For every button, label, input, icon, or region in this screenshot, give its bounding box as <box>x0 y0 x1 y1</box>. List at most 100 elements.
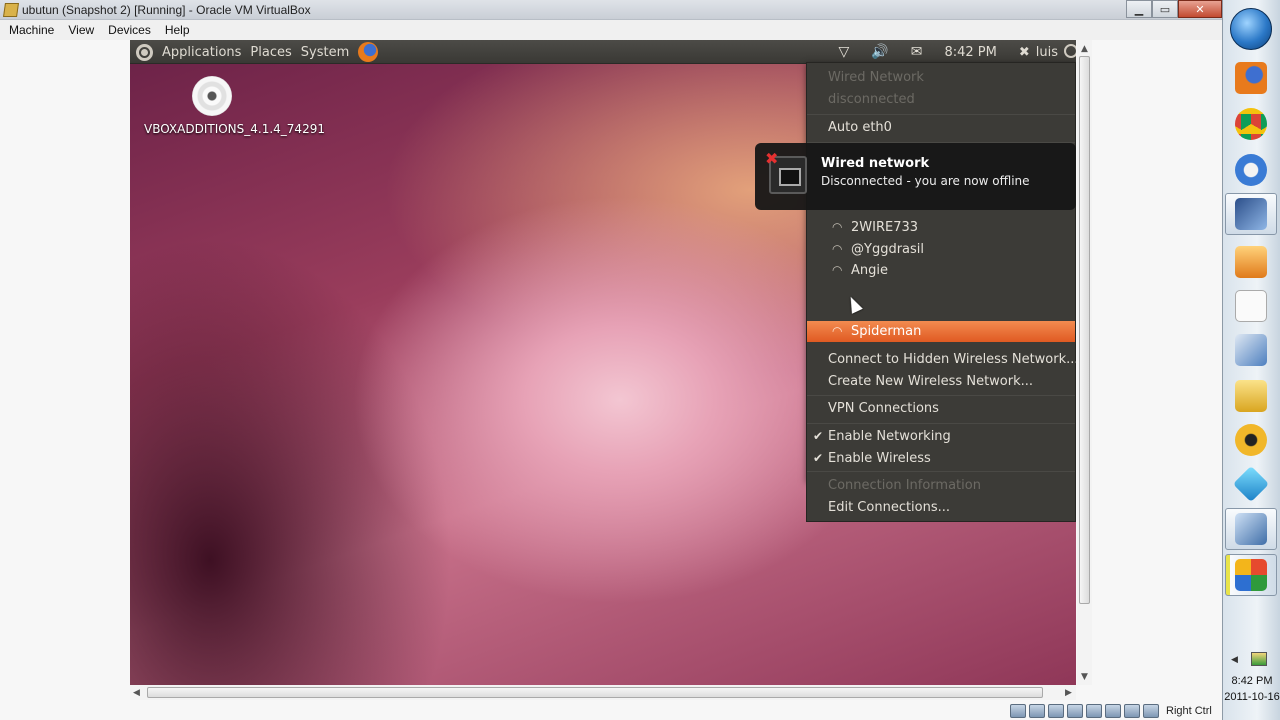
menu-connect-hidden[interactable]: Connect to Hidden Wireless Network... <box>807 349 1076 370</box>
settings-taskbar-icon[interactable] <box>1235 424 1267 456</box>
app-taskbar-icon[interactable] <box>1235 334 1267 366</box>
wifi-signal-icon: ◠ <box>832 220 843 234</box>
media-player-taskbar-icon[interactable] <box>1235 246 1267 278</box>
virtualbox-manager-taskbar-icon[interactable] <box>1235 559 1267 591</box>
start-button[interactable] <box>1230 8 1272 50</box>
firefox-taskbar-icon[interactable] <box>1235 62 1267 94</box>
guest-desktop[interactable]: Applications Places System ▽ 🔊 ✉ 8:42 PM… <box>130 40 1076 685</box>
menu-wired-status: disconnected <box>828 92 915 107</box>
menu-wired-header: Wired Network <box>828 70 924 85</box>
scroll-right-arrow-icon[interactable]: ▶ <box>1065 688 1072 698</box>
taskbar-clock-date[interactable]: 2011-10-16 <box>1223 691 1280 703</box>
firefox-icon[interactable] <box>358 42 379 62</box>
menu-vpn-connections[interactable]: VPN Connections <box>807 398 1075 419</box>
wifi-item-yggdrasil[interactable]: ◠ @Yggdrasil <box>807 239 1075 260</box>
virtualbox-taskbar-icon[interactable] <box>1235 513 1267 545</box>
wifi-signal-icon: ◠ <box>832 263 843 277</box>
notification-body: Disconnected - you are now offline <box>821 174 1030 188</box>
wifi-name: 2WIRE733 <box>851 220 919 235</box>
wifi-item-2wire733[interactable]: ◠ 2WIRE733 <box>807 217 1075 238</box>
cd-disc-icon <box>192 76 232 116</box>
maximize-button[interactable]: ▭ <box>1152 0 1178 18</box>
virtualbox-app-icon <box>3 3 19 17</box>
menu-edit-connections[interactable]: Edit Connections... <box>807 497 1075 518</box>
chrome-taskbar-icon[interactable] <box>1235 108 1267 140</box>
wifi-signal-icon: ◠ <box>832 242 843 256</box>
window-controls: ▁ ▭ ✕ <box>1126 0 1222 19</box>
mail-icon[interactable]: ✉ <box>911 44 923 60</box>
menu-label: Enable Wireless <box>828 451 931 466</box>
vbox-statusbar: Right Ctrl <box>1010 702 1212 720</box>
document-taskbar-icon[interactable] <box>1235 290 1267 322</box>
horizontal-scroll-thumb[interactable] <box>147 687 1043 698</box>
notification-title: Wired network <box>821 156 930 171</box>
menu-separator <box>807 395 1075 396</box>
taskbar-clock-time[interactable]: 8:42 PM <box>1223 675 1280 687</box>
cd-drive-icon[interactable] <box>1029 704 1045 718</box>
user-status-icon: ✖ <box>1018 44 1030 60</box>
hard-disk-icon[interactable] <box>1010 704 1026 718</box>
panel-username: luis <box>1035 44 1058 60</box>
panel-menu-applications[interactable]: Applications <box>162 45 241 60</box>
menu-devices[interactable]: Devices <box>101 23 158 37</box>
network-adapter-icon[interactable] <box>1048 704 1064 718</box>
menu-connection-info: Connection Information <box>828 478 981 493</box>
vbox-titlebar[interactable]: ubutun (Snapshot 2) [Running] - Oracle V… <box>0 0 1222 20</box>
network-menu-footer: Connection Information Edit Connections.… <box>806 470 1076 522</box>
menu-separator <box>807 471 1075 472</box>
usb-icon[interactable] <box>1067 704 1083 718</box>
windows-taskbar: ◀ 8:42 PM 2011-10-16 <box>1222 0 1280 720</box>
menu-enable-wireless[interactable]: ✔ Enable Wireless <box>807 448 1075 469</box>
scroll-down-arrow-icon[interactable]: ▼ <box>1081 672 1088 682</box>
tray-expand-icon[interactable]: ◀ <box>1231 655 1238 665</box>
screen-recorder-taskbar-icon[interactable] <box>1235 198 1267 230</box>
panel-user-menu[interactable]: ✖ luis <box>1019 45 1058 60</box>
wifi-name: Angie <box>851 263 888 278</box>
menu-separator <box>807 114 1075 115</box>
wifi-item-spiderman[interactable]: ◠ Spiderman <box>807 321 1075 342</box>
window-title: ubutun (Snapshot 2) [Running] - Oracle V… <box>22 3 311 17</box>
menu-label: Enable Networking <box>828 429 951 444</box>
gnome-top-panel: Applications Places System ▽ 🔊 ✉ 8:42 PM… <box>130 40 1076 64</box>
notification-bubble: ✖ Wired network Disconnected - you are n… <box>755 143 1076 210</box>
action-center-flag-icon[interactable] <box>1251 652 1267 666</box>
volume-icon[interactable]: 🔊 <box>871 44 888 60</box>
close-button[interactable]: ✕ <box>1178 0 1222 18</box>
vertical-scroll-thumb[interactable] <box>1079 56 1090 604</box>
display-icon[interactable] <box>1105 704 1121 718</box>
cube-taskbar-icon[interactable] <box>1232 465 1270 503</box>
host-key-label: Right Ctrl <box>1166 705 1212 717</box>
wifi-name: @Yggdrasil <box>851 242 925 257</box>
menu-view[interactable]: View <box>61 23 101 37</box>
shared-folders-icon[interactable] <box>1086 704 1102 718</box>
wifi-item-angie[interactable]: ◠ Angie <box>807 260 1075 281</box>
network-icon[interactable]: ▽ <box>839 44 850 60</box>
checkmark-icon: ✔ <box>813 451 824 465</box>
panel-clock[interactable]: 8:42 PM <box>944 45 996 60</box>
vbox-menubar: Machine View Devices Help <box>0 20 1222 40</box>
checkmark-icon: ✔ <box>813 429 824 443</box>
desktop-icon-vboxadditions[interactable]: VBOXADDITIONS_4.1.4_74291 <box>144 76 325 137</box>
panel-menu-places[interactable]: Places <box>250 45 291 60</box>
ubuntu-logo-icon[interactable] <box>136 43 153 61</box>
menu-help[interactable]: Help <box>158 23 197 37</box>
session-power-icon[interactable] <box>1064 44 1076 58</box>
thunderbird-taskbar-icon[interactable] <box>1235 154 1267 186</box>
scroll-left-arrow-icon[interactable]: ◀ <box>133 688 140 698</box>
error-x-icon: ✖ <box>765 149 779 168</box>
menu-create-new-wireless[interactable]: Create New Wireless Network... <box>807 371 1075 392</box>
folder-taskbar-icon[interactable] <box>1235 380 1267 412</box>
network-menu: Wired Network disconnected Auto eth0 ◠ 2W… <box>806 62 1076 481</box>
menu-item-auto-eth0[interactable]: Auto eth0 <box>807 117 1075 138</box>
menu-enable-networking[interactable]: ✔ Enable Networking <box>807 426 1075 447</box>
desktop-icon-label: VBOXADDITIONS_4.1.4_74291 <box>144 122 325 136</box>
mouse-integration-icon[interactable] <box>1124 704 1140 718</box>
scroll-up-arrow-icon[interactable]: ▲ <box>1081 44 1088 54</box>
wifi-signal-icon: ◠ <box>832 324 843 338</box>
host-key-icon <box>1143 704 1159 718</box>
menu-machine[interactable]: Machine <box>2 23 61 37</box>
panel-menu-system[interactable]: System <box>301 45 349 60</box>
menu-separator <box>807 423 1075 424</box>
minimize-button[interactable]: ▁ <box>1126 0 1152 18</box>
wifi-name: Spiderman <box>851 324 922 339</box>
